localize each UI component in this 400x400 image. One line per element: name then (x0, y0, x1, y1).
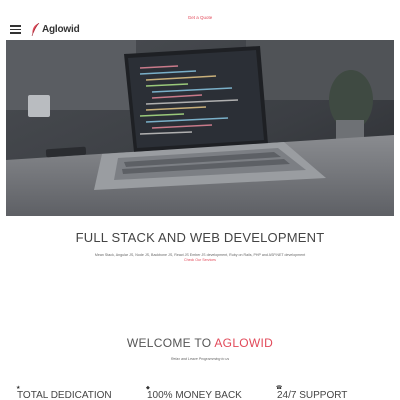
feature-title: 100% MONEY BACK (147, 390, 242, 400)
top-bar: Get a Quote (0, 0, 400, 20)
hamburger-menu-icon[interactable] (10, 25, 21, 34)
welcome-title-prefix: WELCOME TO (126, 336, 215, 350)
navbar: Aglowid (0, 18, 400, 40)
intro-subtitle: Mean Stack, Angular JS, Node JS, Backbon… (94, 253, 306, 257)
intro-title: FULL STACK AND WEB DEVELOPMENT (75, 230, 325, 245)
feather-logo-icon (31, 22, 40, 36)
logo-text: Aglowid (42, 23, 80, 35)
feature-title: TOTAL DEDICATION (17, 390, 112, 400)
logo[interactable]: Aglowid (31, 21, 80, 37)
welcome-title-accent: AGLOWID (214, 336, 274, 350)
welcome-tagline: Relax and Leave Programming to us (170, 357, 230, 361)
laptop-code-editor-photo (6, 40, 394, 216)
feature-title: 24/7 SUPPORT (277, 390, 348, 400)
hero-image (6, 40, 394, 216)
welcome-title: WELCOME TO AGLOWID (0, 336, 400, 350)
check-services-link[interactable]: Check Our Services (0, 258, 400, 262)
